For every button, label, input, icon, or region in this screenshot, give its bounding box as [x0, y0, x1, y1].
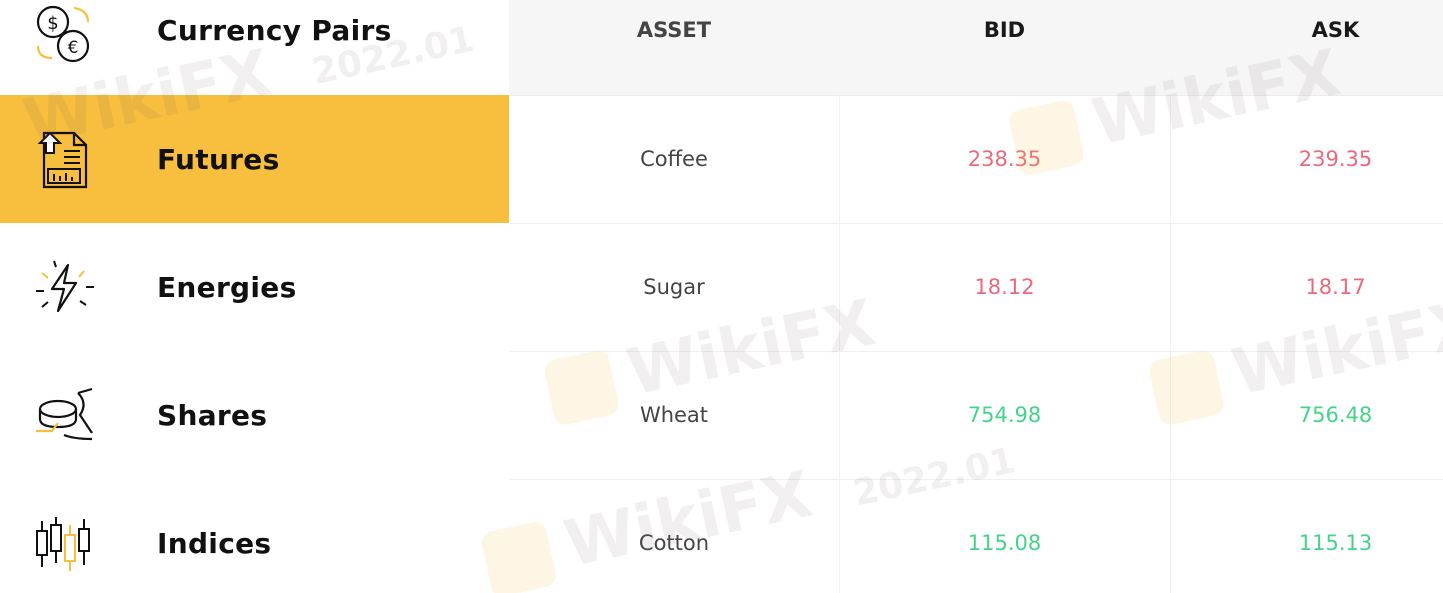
bid-price: 18.12 [974, 275, 1035, 299]
ask-price: 756.48 [1298, 403, 1373, 427]
nav-item-currency-pairs[interactable]: $ € Currency Pairs [0, 0, 509, 94]
nav-item-energies[interactable]: Energies [0, 223, 509, 351]
table-header: ASSET BID ASK [509, 0, 1443, 96]
table-row: Sugar 18.12 18.17 [509, 223, 1443, 352]
bid-price: 238.35 [967, 147, 1042, 171]
asset-name: Sugar [643, 275, 705, 299]
nav-item-shares[interactable]: Shares [0, 351, 509, 479]
price-table: ASSET BID ASK Coffee 238.35 239.35 Sugar… [509, 0, 1443, 593]
futures-document-icon [28, 123, 100, 195]
ask-price: 239.35 [1298, 147, 1373, 171]
column-header-ask: ASK [1311, 18, 1360, 42]
table-row: Coffee 238.35 239.35 [509, 95, 1443, 224]
svg-text:€: € [68, 38, 79, 58]
svg-text:$: $ [47, 13, 58, 34]
shares-coins-icon [28, 379, 100, 451]
column-header-asset: ASSET [636, 18, 712, 42]
table-row: Wheat 754.98 756.48 [509, 351, 1443, 480]
column-header-bid: BID [983, 18, 1026, 42]
lightning-icon [28, 251, 100, 323]
asset-name: Wheat [639, 403, 709, 427]
nav-item-indices[interactable]: Indices [0, 479, 509, 593]
nav-item-futures[interactable]: Futures [0, 95, 509, 223]
currency-exchange-icon: $ € [28, 0, 100, 66]
table-row: Cotton 115.08 115.13 [509, 479, 1443, 593]
nav-item-label: Energies [157, 270, 297, 304]
ask-price: 18.17 [1305, 275, 1366, 299]
bid-price: 754.98 [967, 403, 1042, 427]
candlestick-icon [28, 507, 100, 579]
nav-item-label: Indices [157, 526, 272, 560]
nav-item-label: Shares [157, 398, 268, 432]
nav-item-label: Futures [157, 142, 280, 176]
market-widget: $ € Currency Pairs Futures Energies Shar… [0, 0, 1443, 593]
instrument-category-nav: $ € Currency Pairs Futures Energies Shar… [0, 0, 509, 593]
bid-price: 115.08 [967, 531, 1042, 555]
asset-name: Coffee [640, 147, 708, 171]
ask-price: 115.13 [1298, 531, 1373, 555]
nav-item-label: Currency Pairs [157, 13, 392, 47]
asset-name: Cotton [638, 531, 710, 555]
